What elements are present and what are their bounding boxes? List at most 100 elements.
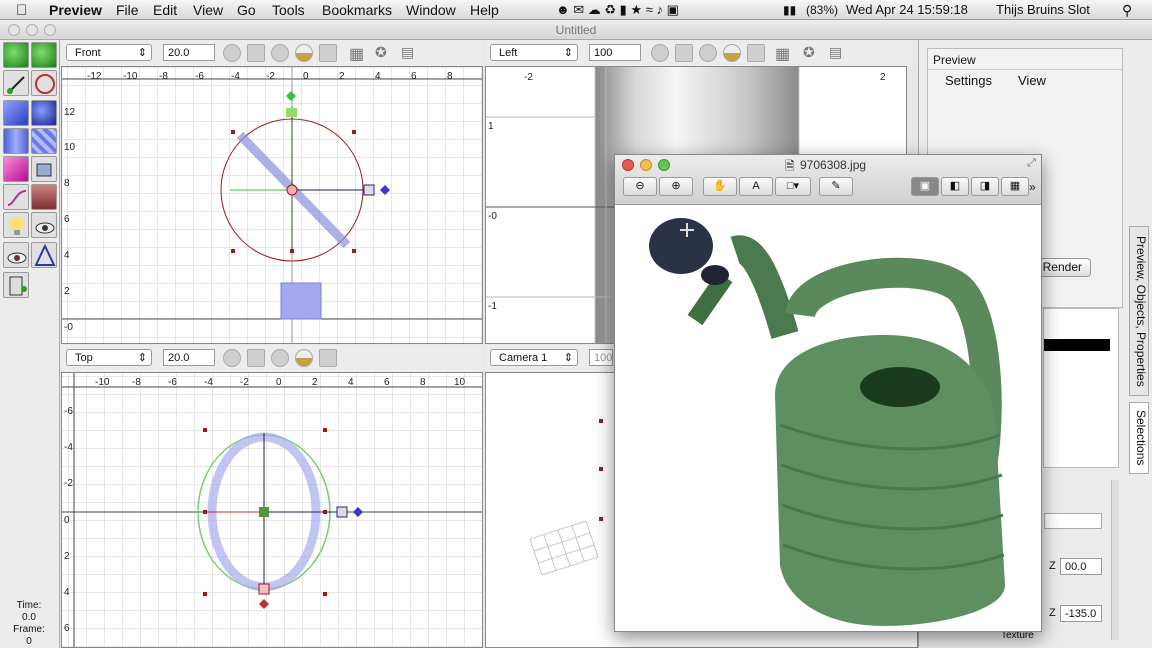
top-transparent-icon[interactable] xyxy=(319,349,337,367)
zoom-in-icon[interactable]: ⊕ xyxy=(659,177,693,196)
sphere-tool-icon[interactable] xyxy=(31,100,57,126)
menu-view[interactable]: View xyxy=(193,2,223,18)
top-smooth-sphere-icon[interactable] xyxy=(271,349,289,367)
front-view-select[interactable]: Front ⇕ xyxy=(66,44,152,61)
left-zoom-field[interactable]: 100 xyxy=(589,44,641,61)
front-zoom-field[interactable]: 20.0 xyxy=(163,44,215,61)
content-list-icon[interactable]: ◧ xyxy=(941,177,969,196)
spotlight-icon[interactable]: ⚲ xyxy=(1122,2,1132,19)
top-zoom-field[interactable]: 20.0 xyxy=(163,349,215,366)
front-viewport[interactable]: -12 -10 -8 -6 -4 -2 0 2 4 6 8 12 10 8 6 … xyxy=(61,66,483,344)
clock[interactable]: Wed Apr 24 15:59:18 xyxy=(846,2,968,17)
light-tool-icon[interactable] xyxy=(3,212,29,238)
battery-icon[interactable]: ▮▮ xyxy=(783,3,796,17)
tab-selections[interactable]: Selections xyxy=(1129,402,1149,474)
ql-zoom-button[interactable] xyxy=(658,159,670,171)
menu-bookmarks[interactable]: Bookmarks xyxy=(322,2,392,18)
menu-edit[interactable]: Edit xyxy=(153,2,177,18)
top-textured-icon[interactable] xyxy=(295,349,313,367)
single-page-icon[interactable]: ▣ xyxy=(911,177,939,196)
minimize-button[interactable] xyxy=(26,24,38,36)
quicklook-window[interactable]: 🗎 9706308.jpg ⤢ ⊖ ⊕ ✋ A □▾ ✎ ▣ ◧ ◨ ▦ » xyxy=(614,154,1042,632)
left-align-icon[interactable]: ▤ xyxy=(829,44,842,61)
left-shaded-cube-icon[interactable] xyxy=(675,44,693,62)
camera-zoom-field[interactable]: 100 xyxy=(589,349,613,366)
apple-icon[interactable]:  xyxy=(16,2,27,19)
view-menu[interactable]: View xyxy=(1018,73,1046,88)
window-title: Untitled xyxy=(555,23,597,37)
contact-sheet-icon[interactable]: ▦ xyxy=(1001,177,1029,196)
menu-window[interactable]: Window xyxy=(406,2,456,18)
cube-tool-icon[interactable] xyxy=(3,100,29,126)
user-name[interactable]: Thijs Bruins Slot xyxy=(996,2,1090,17)
left-grid-icon[interactable]: ▦ xyxy=(775,44,790,64)
app-menu[interactable]: Preview xyxy=(49,2,102,18)
menu-tools[interactable]: Tools xyxy=(272,2,305,18)
left-smooth-sphere-icon[interactable] xyxy=(699,44,717,62)
top-wireframe-icon[interactable] xyxy=(223,349,241,367)
zoom-out-icon[interactable]: ⊖ xyxy=(623,177,657,196)
textured-icon[interactable] xyxy=(295,44,313,62)
grid-icon[interactable]: ▦ xyxy=(349,44,364,64)
box-tool-icon[interactable] xyxy=(3,156,29,182)
axes-icon[interactable]: ✪ xyxy=(375,44,387,61)
close-button[interactable] xyxy=(8,24,20,36)
left-wireframe-icon[interactable] xyxy=(651,44,669,62)
perspective-tool-icon[interactable] xyxy=(31,242,57,268)
rotate-tool-icon[interactable] xyxy=(31,70,57,96)
add-object-tool-icon[interactable] xyxy=(31,42,57,68)
ql-minimize-button[interactable] xyxy=(640,159,652,171)
settings-menu[interactable]: Settings xyxy=(945,73,992,88)
top-view-select[interactable]: Top ⇕ xyxy=(66,349,152,366)
shaded-cube-icon[interactable] xyxy=(247,44,265,62)
preview-panel-title: Preview xyxy=(933,53,976,67)
camera-view-select[interactable]: Camera 1 ⇕ xyxy=(490,349,578,366)
fullscreen-icon[interactable]: ⤢ xyxy=(1027,157,1036,170)
left-view-select[interactable]: Left ⇕ xyxy=(490,44,578,61)
text-select-icon[interactable]: A xyxy=(739,177,773,196)
add-sphere-tool-icon[interactable] xyxy=(3,42,29,68)
top-ytick: -6 xyxy=(64,406,73,417)
cylinder-tool-icon[interactable] xyxy=(3,128,29,154)
object-list[interactable] xyxy=(1043,308,1119,468)
front-xtick: -10 xyxy=(123,71,138,82)
top-viewport[interactable]: -10 -8 -6 -4 -2 0 2 4 6 8 10 -6 -4 -2 0 … xyxy=(61,372,483,648)
hand-tool-icon[interactable]: ✋ xyxy=(703,177,737,196)
smooth-sphere-icon[interactable] xyxy=(271,44,289,62)
top-shaded-cube-icon[interactable] xyxy=(247,349,265,367)
ql-close-button[interactable] xyxy=(622,159,634,171)
view-eye-tool-icon[interactable] xyxy=(3,242,29,268)
transparent-cube-icon[interactable] xyxy=(319,44,337,62)
menu-file[interactable]: File xyxy=(116,2,139,18)
mesh-tool-icon[interactable] xyxy=(31,128,57,154)
left-textured-icon[interactable] xyxy=(723,44,741,62)
left-tick: -1 xyxy=(488,301,497,312)
left-axes-icon[interactable]: ✪ xyxy=(803,44,815,61)
pen-tool-icon[interactable] xyxy=(3,70,29,96)
menu-help[interactable]: Help xyxy=(470,2,499,18)
properties-scrollbar[interactable] xyxy=(1111,480,1119,640)
align-icon[interactable]: ▤ xyxy=(401,44,414,61)
object-list-selected-row[interactable] xyxy=(1044,339,1110,351)
status-icons[interactable]: ☻ ✉ ☁ ♻ ▮ ★ ≈ ♪ ▣ xyxy=(556,2,679,18)
rect-select-icon[interactable]: □▾ xyxy=(775,177,811,196)
curve-tool-icon[interactable] xyxy=(3,184,29,210)
menu-go[interactable]: Go xyxy=(237,2,256,18)
z-scale-field[interactable]: -135.0 xyxy=(1060,605,1102,622)
top-ytick: 4 xyxy=(64,587,70,598)
render-tool-icon[interactable] xyxy=(3,272,29,298)
tab-preview-objects-properties[interactable]: Preview, Objects, Properties xyxy=(1129,226,1149,396)
z-rotation-field[interactable]: 00.0 xyxy=(1060,558,1102,575)
annotate-icon[interactable]: ✎ xyxy=(819,177,853,196)
more-icon[interactable]: » xyxy=(1029,180,1036,194)
wireframe-icon[interactable] xyxy=(223,44,241,62)
top-xtick: 4 xyxy=(348,377,354,388)
camera-tool-icon[interactable] xyxy=(31,184,57,210)
zoom-button[interactable] xyxy=(44,24,56,36)
scale-tool-icon[interactable] xyxy=(31,156,57,182)
left-transparent-icon[interactable] xyxy=(747,44,765,62)
two-page-icon[interactable]: ◨ xyxy=(971,177,999,196)
eye-move-tool-icon[interactable] xyxy=(31,212,57,238)
top-ytick: 2 xyxy=(64,551,70,562)
property-field[interactable] xyxy=(1044,513,1102,529)
